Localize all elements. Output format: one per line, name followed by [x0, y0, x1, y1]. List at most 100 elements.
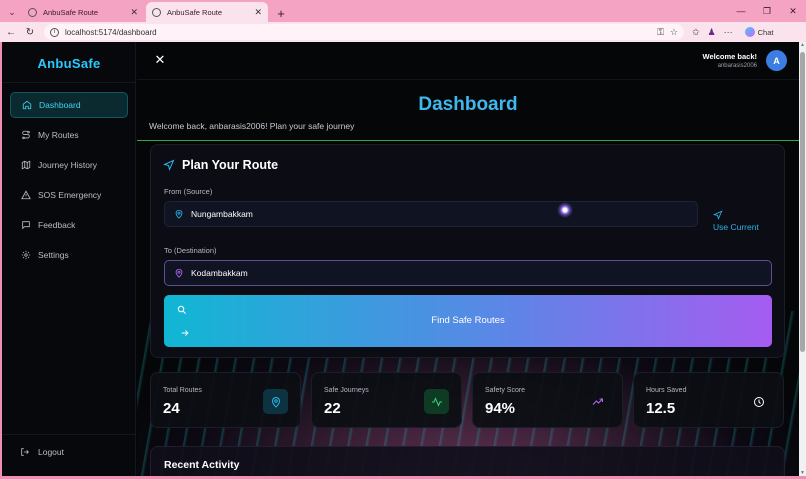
minimize-icon[interactable]: — — [728, 0, 754, 22]
sidebar-item-label: Settings — [38, 250, 69, 260]
sidebar-item-label: Dashboard — [39, 100, 81, 110]
arrow-right-icon — [181, 330, 189, 336]
cursor-glow — [557, 202, 573, 218]
map-pin-icon — [175, 268, 183, 278]
page-title: Dashboard — [418, 94, 518, 115]
recent-activity-title: Recent Activity — [164, 459, 240, 471]
globe-icon — [28, 7, 37, 17]
home-icon — [21, 99, 33, 111]
sidebar: AnbuSafe Dashboard My Routes Journey His… — [2, 42, 136, 476]
source-value: Nungambakkam — [191, 209, 253, 219]
stat-label: Hours Saved — [646, 387, 687, 394]
stat-card-safety-score: Safety Score 94% — [472, 372, 623, 428]
app-viewport: AnbuSafe Dashboard My Routes Journey His… — [2, 42, 799, 476]
stat-card-safe-journeys: Safe Journeys 22 — [311, 372, 462, 428]
top-header: ✕ Welcome back! anbarasis2006 A — [137, 42, 799, 80]
from-label: From (Source) — [164, 187, 213, 196]
sidebar-item-journey-history[interactable]: Journey History — [10, 152, 128, 178]
logout-label: Logout — [38, 447, 64, 457]
sidebar-item-sos-emergency[interactable]: SOS Emergency — [10, 182, 128, 208]
stat-label: Total Routes — [163, 387, 202, 394]
sidebar-item-label: My Routes — [38, 130, 79, 140]
page-subtitle: Welcome back, anbarasis2006! Plan your s… — [149, 121, 355, 131]
divider — [2, 82, 136, 83]
plan-route-heading: Plan Your Route — [163, 158, 278, 172]
main-content: Dashboard Welcome back, anbarasis2006! P… — [137, 81, 799, 476]
tab-search-icon[interactable]: ⌄ — [2, 2, 22, 22]
navigation-icon — [713, 210, 723, 220]
reload-icon[interactable]: ↻ — [22, 24, 38, 40]
stat-card-hours-saved: Hours Saved 12.5 — [633, 372, 784, 428]
sidebar-nav: Dashboard My Routes Journey History SOS … — [10, 92, 128, 272]
scroll-up-icon[interactable]: ▲ — [799, 42, 806, 48]
user-welcome: Welcome back! anbarasis2006 — [703, 52, 757, 69]
scrollbar[interactable]: ▲ ▼ — [799, 42, 806, 476]
bookmark-star-icon[interactable]: ☆ — [670, 27, 678, 38]
sidebar-item-label: Journey History — [38, 160, 98, 170]
address-bar[interactable]: i localhost:5174/dashboard ⚿ ☆ — [44, 24, 684, 40]
browser-tab-1[interactable]: AnbuSafe Route ✕ — [22, 2, 144, 22]
use-current-location-button[interactable]: Use Current — [713, 210, 773, 232]
activity-icon — [424, 389, 449, 414]
restore-icon[interactable]: ❐ — [754, 0, 780, 22]
brand-logo[interactable]: AnbuSafe — [2, 56, 136, 71]
window-controls: — ❐ ✕ — [728, 0, 806, 22]
tab-close-icon[interactable]: ✕ — [130, 7, 138, 18]
find-safe-routes-button[interactable]: Find Safe Routes — [164, 295, 772, 347]
stat-label: Safe Journeys — [324, 387, 369, 394]
browser-tab-strip: ⌄ AnbuSafe Route ✕ AnbuSafe Route ✕ + — … — [0, 0, 806, 22]
chat-label: Chat — [757, 27, 774, 37]
extension-icon[interactable]: ♟ — [708, 27, 716, 38]
browser-toolbar: ← ↻ i localhost:5174/dashboard ⚿ ☆ ✩ ♟ ·… — [0, 22, 806, 42]
new-tab-button[interactable]: + — [272, 4, 290, 22]
trending-up-icon — [585, 389, 610, 414]
copilot-icon — [744, 27, 755, 37]
scrollbar-thumb[interactable] — [800, 52, 805, 352]
close-window-icon[interactable]: ✕ — [780, 0, 806, 22]
to-label: To (Destination) — [164, 246, 217, 255]
stat-label: Safety Score — [485, 387, 526, 394]
site-info-icon[interactable]: i — [50, 27, 59, 37]
alert-triangle-icon — [20, 189, 32, 201]
destination-input[interactable]: Kodambakkam — [164, 260, 772, 286]
stat-value: 22 — [324, 400, 341, 417]
plan-route-title: Plan Your Route — [182, 158, 279, 172]
key-icon[interactable]: ⚿ — [657, 27, 664, 38]
sidebar-item-my-routes[interactable]: My Routes — [10, 122, 128, 148]
logout-button[interactable]: Logout — [20, 447, 64, 457]
sidebar-item-feedback[interactable]: Feedback — [10, 212, 128, 238]
navigation-icon — [163, 159, 175, 171]
stat-value: 12.5 — [646, 400, 676, 417]
stat-value: 24 — [163, 400, 180, 417]
destination-value: Kodambakkam — [191, 268, 248, 278]
scroll-down-icon[interactable]: ▼ — [799, 470, 806, 476]
sidebar-item-settings[interactable]: Settings — [10, 242, 128, 268]
url-text: localhost:5174/dashboard — [65, 27, 157, 37]
plan-route-card: Plan Your Route From (Source) Nungambakk… — [150, 144, 785, 358]
tab-title: AnbuSafe Route — [167, 7, 223, 17]
divider — [2, 434, 136, 435]
avatar[interactable]: A — [766, 50, 787, 71]
use-current-label: Use Current — [713, 222, 759, 232]
gear-icon — [20, 249, 32, 261]
search-icon — [177, 305, 186, 314]
welcome-title: Welcome back! — [702, 52, 757, 61]
chat-button[interactable]: Chat — [744, 27, 774, 37]
source-input[interactable]: Nungambakkam — [164, 201, 698, 227]
find-safe-routes-label: Find Safe Routes — [431, 315, 505, 326]
globe-icon — [152, 7, 161, 17]
message-icon — [20, 219, 32, 231]
map-pin-icon — [175, 209, 183, 219]
back-icon[interactable]: ← — [3, 24, 19, 40]
more-menu-icon[interactable]: ··· — [724, 27, 733, 37]
tab-close-icon[interactable]: ✕ — [254, 7, 262, 18]
browser-tab-2[interactable]: AnbuSafe Route ✕ — [146, 2, 268, 22]
logout-icon — [21, 448, 29, 456]
favorites-icon[interactable]: ✩ — [692, 27, 700, 38]
clock-icon — [746, 389, 771, 414]
close-sidebar-icon[interactable]: ✕ — [153, 52, 167, 67]
tab-title: AnbuSafe Route — [43, 7, 99, 17]
sidebar-item-label: SOS Emergency — [38, 190, 102, 200]
sidebar-item-dashboard[interactable]: Dashboard — [10, 92, 128, 118]
stat-card-total-routes: Total Routes 24 — [150, 372, 301, 428]
